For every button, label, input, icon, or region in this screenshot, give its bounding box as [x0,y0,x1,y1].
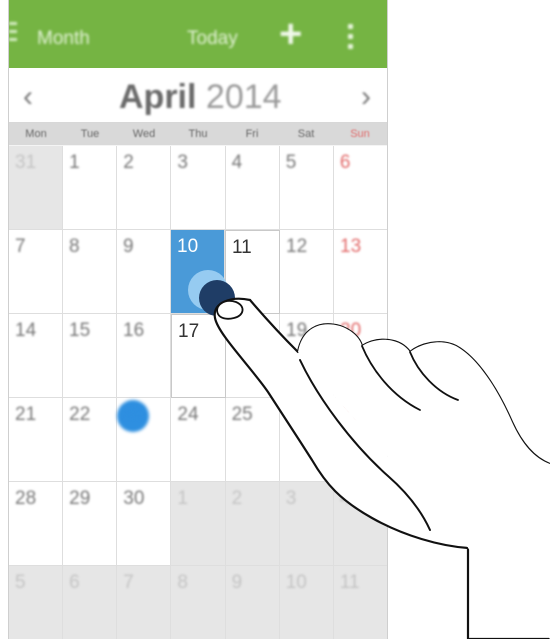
tapping-hand-icon [213,297,550,639]
